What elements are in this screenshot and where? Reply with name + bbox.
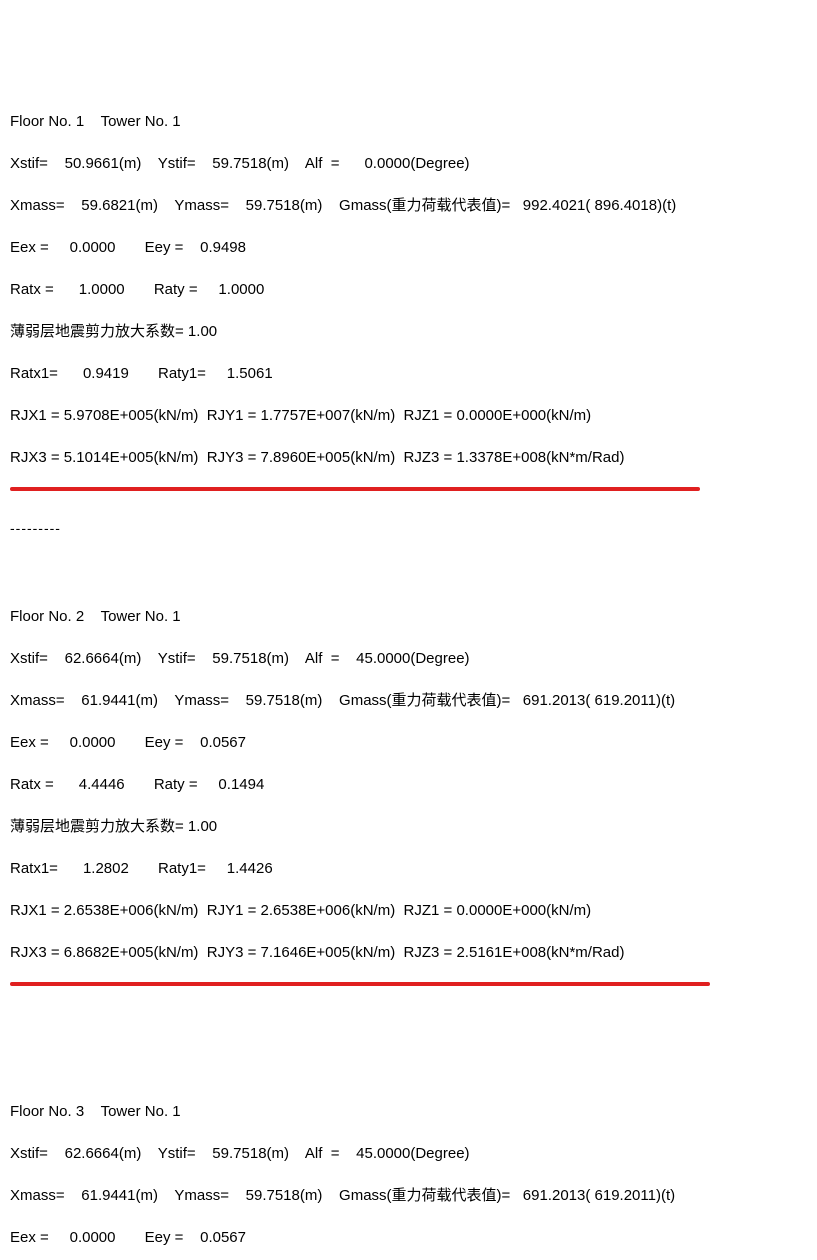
weak-layer-row: 薄弱层地震剪力放大系数= 1.00 [10,816,807,837]
red-underline [10,982,710,986]
weak-layer-row: 薄弱层地震剪力放大系数= 1.00 [10,321,807,342]
floor-block-2: Floor No. 2 Tower No. 1 Xstif= 62.6664(m… [10,585,807,1034]
floor-header: Floor No. 2 Tower No. 1 [10,606,807,627]
ee-row: Eex = 0.0000 Eey = 0.0567 [10,1227,807,1248]
floor-block-3: Floor No. 3 Tower No. 1 Xstif= 62.6664(m… [10,1080,807,1260]
red-underline [10,487,700,491]
mass-row: Xmass= 59.6821(m) Ymass= 59.7518(m) Gmas… [10,195,807,216]
ee-row: Eex = 0.0000 Eey = 0.9498 [10,237,807,258]
stif-row: Xstif= 50.9661(m) Ystif= 59.7518(m) Alf … [10,153,807,174]
rj3-row: RJX3 = 6.8682E+005(kN/m) RJY3 = 7.1646E+… [10,942,807,963]
dashes: --------- [10,520,61,536]
floor-header: Floor No. 1 Tower No. 1 [10,111,807,132]
rat-row: Ratx = 4.4446 Raty = 0.1494 [10,774,807,795]
rat1-row: Ratx1= 0.9419 Raty1= 1.5061 [10,363,807,384]
rj1-row: RJX1 = 2.6538E+006(kN/m) RJY1 = 2.6538E+… [10,900,807,921]
rj1-row: RJX1 = 5.9708E+005(kN/m) RJY1 = 1.7757E+… [10,405,807,426]
mass-row: Xmass= 61.9441(m) Ymass= 59.7518(m) Gmas… [10,690,807,711]
stif-row: Xstif= 62.6664(m) Ystif= 59.7518(m) Alf … [10,1143,807,1164]
rat-row: Ratx = 1.0000 Raty = 1.0000 [10,279,807,300]
stif-row: Xstif= 62.6664(m) Ystif= 59.7518(m) Alf … [10,648,807,669]
ee-row: Eex = 0.0000 Eey = 0.0567 [10,732,807,753]
floor-header: Floor No. 3 Tower No. 1 [10,1101,807,1122]
mass-row: Xmass= 61.9441(m) Ymass= 59.7518(m) Gmas… [10,1185,807,1206]
floor-block-1: Floor No. 1 Tower No. 1 Xstif= 50.9661(m… [10,90,807,539]
rj3-row: RJX3 = 5.1014E+005(kN/m) RJY3 = 7.8960E+… [10,447,807,468]
rat1-row: Ratx1= 1.2802 Raty1= 1.4426 [10,858,807,879]
